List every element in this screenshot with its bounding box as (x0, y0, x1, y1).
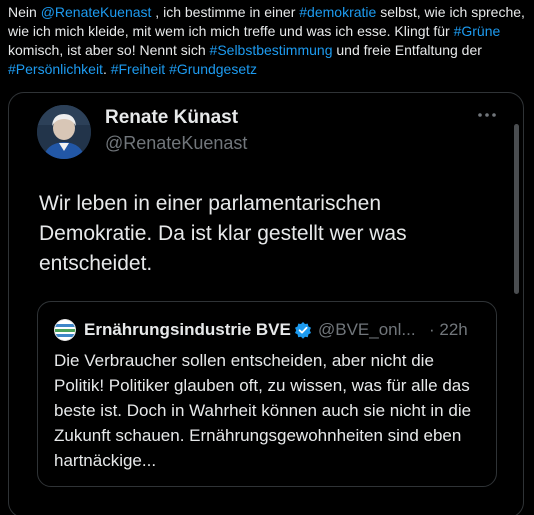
post-text-segment: . (102, 61, 111, 77)
quoted-tweet-body: Die Verbraucher sollen entscheiden, aber… (54, 351, 472, 470)
hashtag-link[interactable]: #demokratie (299, 4, 376, 20)
author-name[interactable]: Renate Künast (105, 107, 238, 129)
quoted-tweet[interactable]: Ernährungsindustrie BVE @BVE_onl... · 22… (37, 301, 497, 487)
quoted-author-name[interactable]: Ernährungsindustrie BVE (84, 320, 291, 340)
post-text-segment: , ich bestimme in einer (151, 4, 300, 20)
quoted-author-handle[interactable]: @BVE_onl... (318, 320, 416, 340)
profile-photo-icon[interactable] (37, 105, 91, 159)
quoted-timestamp[interactable]: · 22h (429, 320, 468, 340)
embedded-tweet-screenshot: Renate Künast @RenateKuenast Wir leben i… (8, 92, 524, 515)
hashtag-link[interactable]: #Selbstbestimmung (210, 42, 333, 58)
quoted-tweet-header: Ernährungsindustrie BVE @BVE_onl... · 22… (54, 319, 484, 341)
hashtag-link[interactable]: #Grundgesetz (169, 61, 257, 77)
scrollbar[interactable] (514, 121, 519, 341)
hashtag-link[interactable]: #Grüne (454, 23, 501, 39)
tweet-body: Wir leben in einer parlamentarischen Dem… (39, 192, 407, 275)
hashtag-link[interactable]: #Persönlichkeit (8, 61, 103, 77)
mention-link[interactable]: @RenateKuenast (41, 4, 152, 20)
post-text-segment: und freie Entfaltung der (332, 42, 482, 58)
author-handle[interactable]: @RenateKuenast (105, 133, 247, 154)
post: Nein @RenateKuenast , ich bestimme in ei… (0, 0, 534, 515)
scrollbar-thumb[interactable] (514, 124, 519, 294)
post-text-segment: Nein (8, 4, 41, 20)
bve-logo-icon[interactable] (54, 319, 76, 341)
verified-badge-icon (294, 321, 312, 339)
more-horizontal-icon[interactable] (477, 107, 497, 117)
post-text-segment: komisch, ist aber so! Nennt sich (8, 42, 210, 58)
hashtag-link[interactable]: #Freiheit (111, 61, 165, 77)
post-text: Nein @RenateKuenast , ich bestimme in ei… (8, 3, 528, 79)
